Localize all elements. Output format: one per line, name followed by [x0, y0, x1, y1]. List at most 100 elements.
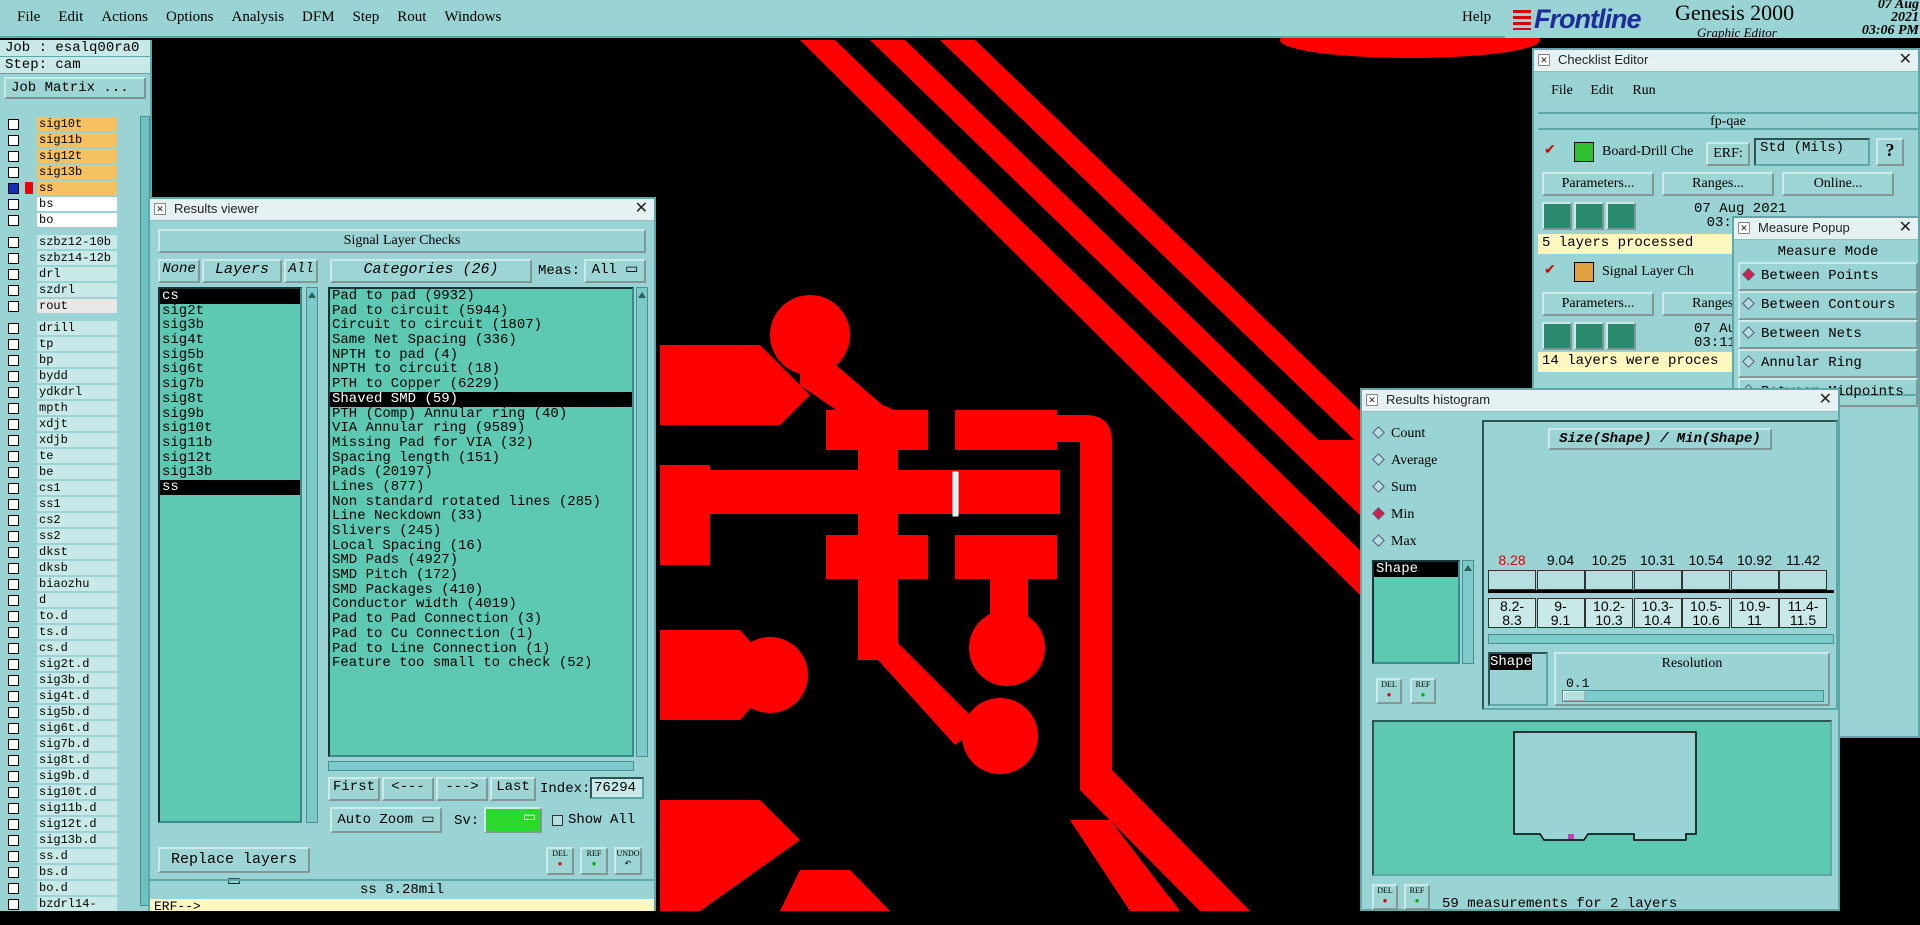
list-item[interactable]: Shaved SMD (59): [330, 392, 632, 407]
layer-checkbox[interactable]: [8, 166, 19, 178]
list-item[interactable]: cs: [160, 289, 300, 304]
list-item[interactable]: sig3b: [160, 318, 300, 333]
resolution-slider[interactable]: [1562, 690, 1824, 702]
board-preview[interactable]: [1372, 720, 1832, 876]
layer-name[interactable]: bydd: [37, 369, 117, 383]
layer-checkbox[interactable]: [8, 402, 19, 414]
layer-checkbox[interactable]: [8, 300, 19, 312]
shape-list[interactable]: Shape: [1488, 652, 1548, 706]
menu-file[interactable]: File: [8, 9, 49, 26]
layer-name[interactable]: sig11b: [37, 133, 117, 147]
first-button[interactable]: First: [328, 777, 380, 801]
layer-row[interactable]: tp: [4, 336, 124, 352]
layer-checkbox[interactable]: [8, 706, 19, 718]
menu-help[interactable]: Help: [1462, 9, 1491, 26]
checklist-menu-file[interactable]: File: [1544, 80, 1580, 106]
layer-checkbox[interactable]: [8, 482, 19, 494]
layer-checkbox[interactable]: [8, 610, 19, 622]
list-item[interactable]: VIA Annular ring (9589): [330, 421, 632, 436]
list-item[interactable]: Same Net Spacing (336): [330, 333, 632, 348]
histogram-mode-option[interactable]: Average: [1372, 453, 1437, 469]
histogram-bar-value[interactable]: 9.04: [1537, 552, 1585, 568]
list-item[interactable]: sig12t: [160, 450, 300, 466]
layer-row[interactable]: sig12t.d: [4, 816, 124, 832]
histogram-bin-box[interactable]: [1633, 570, 1682, 590]
layer-name[interactable]: drl: [37, 267, 117, 281]
layer-row[interactable]: dksb: [4, 560, 124, 576]
layer-checkbox[interactable]: [8, 214, 19, 226]
list-item[interactable]: PTH to Copper (6229): [330, 377, 632, 392]
layer-checkbox[interactable]: [8, 354, 19, 366]
layer-row[interactable]: bp: [4, 352, 124, 368]
layer-row[interactable]: sig8t.d: [4, 752, 124, 768]
list-item[interactable]: sig11b: [160, 436, 300, 451]
layer-row[interactable]: d: [4, 592, 124, 608]
layer-row[interactable]: cs2: [4, 512, 124, 528]
layer-row[interactable]: biaozhu: [4, 576, 124, 592]
layer-name[interactable]: sig11b.d: [37, 801, 117, 815]
list-item[interactable]: SMD Pitch (172): [330, 568, 632, 583]
menu-step[interactable]: Step: [344, 9, 389, 26]
list-item[interactable]: sig10t: [160, 421, 300, 436]
run-icon[interactable]: [1606, 322, 1636, 350]
layer-list-scrollbar[interactable]: [306, 287, 318, 823]
layer-row[interactable]: szbz14-12b: [4, 250, 124, 266]
layer-name[interactable]: sig9b.d: [37, 769, 117, 783]
undo-button[interactable]: UNDO ↶: [614, 847, 642, 875]
layer-checkbox[interactable]: [8, 450, 19, 462]
layer-checkbox[interactable]: [8, 134, 19, 146]
category-hscrollbar[interactable]: [328, 761, 634, 771]
histogram-bar-value[interactable]: 8.28: [1488, 552, 1536, 568]
menu-actions[interactable]: Actions: [92, 9, 157, 26]
layer-row[interactable]: sig4t.d: [4, 688, 124, 704]
layer-row[interactable]: drl: [4, 266, 124, 282]
layer-name[interactable]: be: [37, 465, 117, 479]
layer-name[interactable]: bo.d: [37, 881, 117, 895]
histogram-bottom-del-button[interactable]: DEL ●: [1372, 884, 1398, 910]
layer-name[interactable]: bo: [37, 213, 117, 227]
layer-name[interactable]: bs.d: [37, 865, 117, 879]
layer-name[interactable]: rout: [37, 299, 117, 313]
category-list[interactable]: Pad to pad (9932) Pad to circuit (5944) Ci…: [328, 287, 634, 757]
layer-checkbox[interactable]: [8, 594, 19, 606]
layer-name[interactable]: te: [37, 449, 117, 463]
layer-row[interactable]: bzdrl14-11.d: [4, 896, 124, 925]
help-button[interactable]: ?: [1876, 138, 1904, 166]
layer-name[interactable]: sig10t.d: [37, 785, 117, 799]
layer-row[interactable]: sig11b.d: [4, 800, 124, 816]
layer-checkbox[interactable]: [8, 786, 19, 798]
list-item[interactable]: Pad to Pad Connection (3): [330, 612, 632, 627]
layer-row[interactable]: szdrl: [4, 282, 124, 298]
layer-name[interactable]: bs: [37, 197, 117, 211]
layer-checkbox[interactable]: [8, 626, 19, 638]
layer-checkbox[interactable]: [8, 578, 19, 590]
layer-row[interactable]: ts.d: [4, 624, 124, 640]
layer-name[interactable]: sig2t.d: [37, 657, 117, 671]
close-icon[interactable]: ✕: [635, 199, 648, 219]
prev-button[interactable]: <---: [382, 777, 434, 801]
layer-row[interactable]: sig11b: [4, 132, 124, 148]
layer-name[interactable]: to.d: [37, 609, 117, 623]
run-icon[interactable]: [1574, 202, 1604, 230]
layer-name[interactable]: sig7b.d: [37, 737, 117, 751]
check1-ranges-button[interactable]: Ranges...: [1662, 172, 1774, 196]
layer-checkbox[interactable]: [8, 434, 19, 446]
layer-name[interactable]: biaozhu: [37, 577, 117, 591]
meas-select[interactable]: All ▭: [584, 259, 646, 283]
layer-checkbox[interactable]: [8, 182, 19, 194]
layer-name[interactable]: dkst: [37, 545, 117, 559]
list-item[interactable]: Pad to circuit (5944): [330, 303, 632, 319]
list-item[interactable]: Pad to pad (9932): [330, 289, 632, 304]
histogram-bottom-ref-button[interactable]: REF ●: [1404, 884, 1430, 910]
list-item[interactable]: SMD Packages (410): [330, 583, 632, 598]
list-item[interactable]: Feature too small to check (52): [330, 656, 632, 671]
list-item[interactable]: Non standard rotated lines (285): [330, 494, 632, 510]
checklist-menu-edit[interactable]: Edit: [1584, 80, 1620, 106]
show-all-checkbox[interactable]: [552, 815, 563, 826]
layer-row[interactable]: sig13b: [4, 164, 124, 180]
ref-button[interactable]: REF ●: [580, 847, 608, 875]
layer-name[interactable]: dksb: [37, 561, 117, 575]
list-item[interactable]: sig4t: [160, 333, 300, 348]
layer-row[interactable]: rout: [4, 298, 124, 314]
histogram-bin-box[interactable]: [1730, 570, 1779, 590]
